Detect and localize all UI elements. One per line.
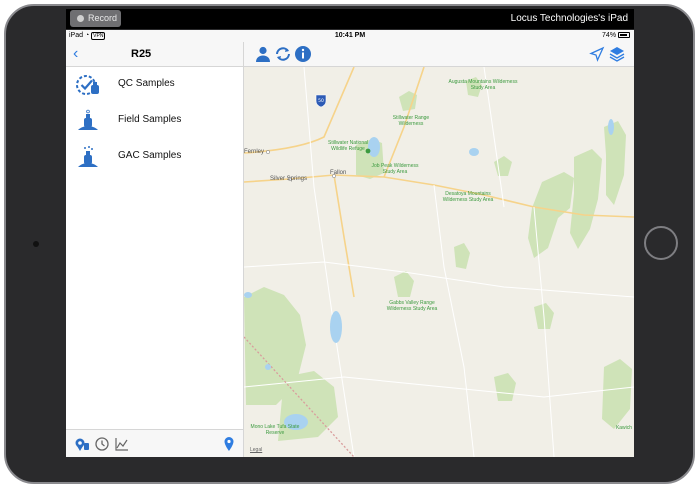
place-gabbs: Gabbs Valley Range Wilderness Study Area <box>386 300 438 312</box>
qc-samples-icon <box>76 75 99 95</box>
battery-icon <box>618 32 630 38</box>
map-pin-icon[interactable] <box>221 436 237 452</box>
town-fallon: Fallon <box>330 170 347 176</box>
page-title: R25 <box>131 48 152 60</box>
place-kawich: Kawich <box>615 425 633 431</box>
sidebar-item-qc-samples[interactable]: QC Samples <box>66 67 243 103</box>
highway-shield: 50 <box>315 94 327 108</box>
status-right: 74% <box>602 32 630 39</box>
legal-link[interactable]: Legal <box>250 447 262 453</box>
sidebar-item-field-samples[interactable]: Field Samples <box>66 103 243 139</box>
sidebar-toolbar <box>66 429 244 457</box>
gac-samples-icon <box>78 146 98 167</box>
highway-number: 50 <box>318 98 324 104</box>
device-name: Locus Technologies's iPad <box>510 13 628 24</box>
camera-dot <box>33 241 39 247</box>
screen-recorder-bar: Record Locus Technologies's iPad <box>66 9 634 29</box>
place-job-peak: Job Peak Wilderness Study Area <box>371 163 419 175</box>
history-icon[interactable] <box>94 436 110 452</box>
town-silver-springs: Silver Springs <box>270 176 308 182</box>
sidebar-item-gac-samples[interactable]: GAC Samples <box>66 139 243 175</box>
record-button[interactable]: Record <box>70 10 121 27</box>
nav-divider <box>243 42 244 67</box>
sidebar-item-label: Field Samples <box>118 114 182 125</box>
nav-bar: ‹ R25 <box>66 42 634 67</box>
sync-icon[interactable] <box>274 45 292 63</box>
location-samples-icon[interactable] <box>74 436 90 452</box>
status-bar: iPad ◔ VPN 10:41 PM 74% <box>66 30 634 42</box>
app-screen: iPad ◔ VPN 10:41 PM 74% ‹ R25 QC Samples… <box>66 30 634 457</box>
place-stillwater-range: Stillwater Range Wilderness <box>392 115 430 127</box>
place-desatoya: Desatoya Mountains Wilderness Study Area <box>442 191 494 203</box>
record-label: Record <box>88 13 118 23</box>
record-icon <box>77 15 84 22</box>
sidebar-item-label: GAC Samples <box>118 150 182 161</box>
sample-sidebar: QC Samples Field Samples GAC Samples <box>66 67 244 429</box>
sidebar-item-label: QC Samples <box>118 78 175 89</box>
back-chevron-icon[interactable]: ‹ <box>73 45 78 63</box>
location-arrow-icon[interactable] <box>588 45 606 63</box>
chart-icon[interactable] <box>114 436 130 452</box>
map-view[interactable]: 50 Fernley Silver Springs Fallon Augusta… <box>244 67 634 457</box>
layers-icon[interactable] <box>608 45 626 63</box>
place-stillwater-refuge: Stillwater National Wildlife Refuge <box>327 140 369 152</box>
map-canvas: 50 <box>244 67 634 457</box>
battery-percent: 74% <box>602 32 617 39</box>
status-time: 10:41 PM <box>334 32 366 39</box>
info-icon[interactable] <box>294 45 312 63</box>
home-button[interactable] <box>644 226 678 260</box>
town-fernley: Fernley <box>244 149 265 155</box>
user-icon[interactable] <box>254 45 272 63</box>
place-mono-lake: Mono Lake Tufa State Reserve <box>250 424 300 436</box>
screenshot-frame: Record Locus Technologies's iPad iPad ◔ … <box>0 0 700 488</box>
place-augusta: Augusta Mountains Wilderness Study Area <box>448 79 518 91</box>
field-samples-icon <box>78 109 98 130</box>
